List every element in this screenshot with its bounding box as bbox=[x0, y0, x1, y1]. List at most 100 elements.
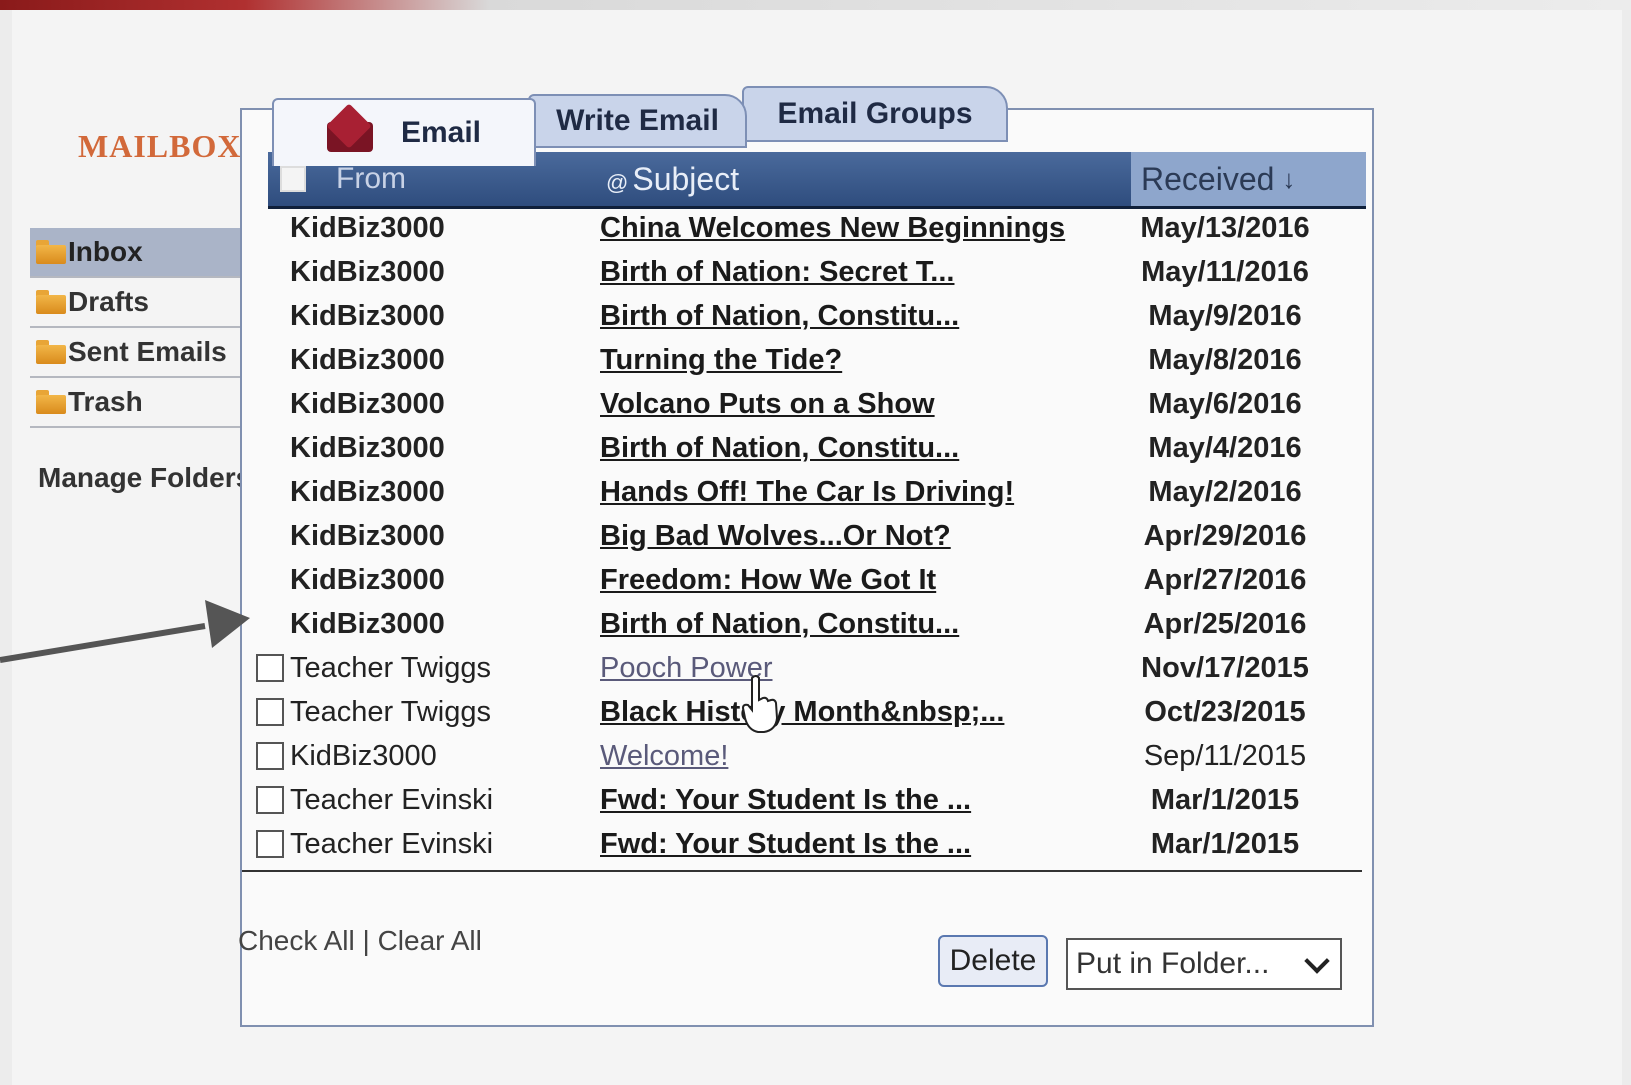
select-value: Put in Folder... bbox=[1076, 947, 1270, 980]
column-header-received-label: Received bbox=[1141, 160, 1275, 197]
row-from: KidBiz3000 bbox=[290, 607, 445, 640]
separator: | bbox=[354, 925, 378, 956]
table-row[interactable]: KidBiz3000 Birth of Nation, Constitu... … bbox=[250, 602, 1370, 646]
row-received: Sep/11/2015 bbox=[1143, 739, 1307, 772]
sidebar-item-label: Drafts bbox=[68, 286, 149, 317]
chevron-down-icon bbox=[1304, 948, 1330, 974]
sidebar-item-drafts[interactable]: Drafts bbox=[30, 278, 270, 328]
row-subject-link[interactable]: Pooch Power bbox=[600, 652, 1120, 685]
row-subject-link[interactable]: Hands Off! The Car Is Driving! bbox=[600, 476, 1120, 509]
sidebar-item-inbox[interactable]: Inbox bbox=[30, 228, 270, 278]
sidebar-item-label: Sent Emails bbox=[68, 336, 227, 367]
table-row[interactable]: KidBiz3000 China Welcomes New Beginnings… bbox=[250, 206, 1370, 250]
envelope-icon bbox=[326, 114, 373, 152]
column-header-received[interactable]: Received ↓ bbox=[1131, 152, 1366, 206]
table-row[interactable]: KidBiz3000 Volcano Puts on a Show May/6/… bbox=[250, 382, 1370, 426]
row-subject-link[interactable]: Birth of Nation, Constitu... bbox=[600, 300, 1120, 333]
folder-open-icon bbox=[36, 240, 66, 264]
column-header-subject[interactable]: @ Subject bbox=[606, 161, 1126, 198]
row-from: KidBiz3000 bbox=[290, 431, 445, 464]
row-from: KidBiz3000 bbox=[290, 563, 445, 596]
row-subject-link[interactable]: Birth of Nation: Secret T... bbox=[600, 256, 1120, 289]
tab-write-email[interactable]: Write Email bbox=[528, 94, 747, 148]
row-from: Teacher Evinski bbox=[290, 827, 494, 860]
sidebar-item-sent[interactable]: Sent Emails bbox=[30, 328, 270, 378]
folder-icon bbox=[36, 290, 66, 314]
tab-label: Email bbox=[400, 116, 482, 149]
table-row[interactable]: KidBiz3000 Hands Off! The Car Is Driving… bbox=[250, 470, 1370, 514]
row-from: KidBiz3000 bbox=[290, 739, 437, 772]
table-row[interactable]: KidBiz3000 Birth of Nation: Secret T... … bbox=[250, 250, 1370, 294]
table-row[interactable]: Teacher Twiggs Black History Month&nbsp;… bbox=[250, 690, 1370, 734]
row-received: Mar/1/2015 bbox=[1150, 827, 1300, 860]
row-checkbox[interactable] bbox=[256, 654, 284, 682]
row-checkbox[interactable] bbox=[256, 786, 284, 814]
row-from: Teacher Twiggs bbox=[290, 695, 491, 728]
table-row[interactable]: KidBiz3000 Welcome! Sep/11/2015 bbox=[250, 734, 1370, 778]
row-received: Apr/29/2016 bbox=[1143, 519, 1307, 552]
row-subject-link[interactable]: China Welcomes New Beginnings bbox=[600, 212, 1120, 245]
row-subject-link[interactable]: Freedom: How We Got It bbox=[600, 564, 1120, 597]
folder-icon bbox=[36, 390, 66, 414]
row-subject-link[interactable]: Birth of Nation, Constitu... bbox=[600, 608, 1120, 641]
footer-links: Check All | Clear All bbox=[238, 925, 482, 957]
folder-icon bbox=[36, 340, 66, 364]
row-from: KidBiz3000 bbox=[290, 475, 445, 508]
select-all-checkbox[interactable] bbox=[280, 166, 306, 192]
tab-email-groups[interactable]: Email Groups bbox=[742, 86, 1008, 142]
row-subject-link[interactable]: Volcano Puts on a Show bbox=[600, 388, 1120, 421]
clear-all-link[interactable]: Clear All bbox=[378, 925, 482, 956]
table-row[interactable]: KidBiz3000 Turning the Tide? May/8/2016 bbox=[250, 338, 1370, 382]
tab-email[interactable]: Email bbox=[272, 98, 536, 166]
row-from: KidBiz3000 bbox=[290, 343, 445, 376]
row-checkbox[interactable] bbox=[256, 830, 284, 858]
row-received: May/6/2016 bbox=[1148, 387, 1302, 420]
row-received: Apr/25/2016 bbox=[1143, 607, 1307, 640]
row-from: KidBiz3000 bbox=[290, 255, 445, 288]
row-received: Nov/17/2015 bbox=[1141, 651, 1309, 684]
row-received: May/8/2016 bbox=[1148, 343, 1302, 376]
column-header-from[interactable]: From bbox=[336, 162, 606, 196]
table-row[interactable]: Teacher Twiggs Pooch Power Nov/17/2015 bbox=[250, 646, 1370, 690]
table-row[interactable]: Teacher Evinski Fwd: Your Student Is the… bbox=[250, 778, 1370, 822]
table-row[interactable]: KidBiz3000 Freedom: How We Got It Apr/27… bbox=[250, 558, 1370, 602]
tab-label: Write Email bbox=[556, 104, 719, 137]
row-subject-link[interactable]: Black History Month&nbsp;... bbox=[600, 696, 1120, 729]
row-checkbox[interactable] bbox=[256, 698, 284, 726]
row-from: KidBiz3000 bbox=[290, 387, 445, 420]
delete-button[interactable]: Delete bbox=[938, 935, 1048, 987]
sidebar-item-label: Inbox bbox=[68, 236, 143, 267]
list-divider bbox=[242, 870, 1362, 872]
row-received: May/13/2016 bbox=[1140, 211, 1310, 244]
sidebar-item-trash[interactable]: Trash bbox=[30, 378, 270, 428]
row-subject-link[interactable]: Big Bad Wolves...Or Not? bbox=[600, 520, 1120, 553]
app-title: MAILBOX bbox=[78, 128, 242, 164]
row-from: KidBiz3000 bbox=[290, 519, 445, 552]
table-row[interactable]: KidBiz3000 Birth of Nation, Constitu... … bbox=[250, 426, 1370, 470]
table-row[interactable]: KidBiz3000 Birth of Nation, Constitu... … bbox=[250, 294, 1370, 338]
table-row[interactable]: Teacher Evinski Fwd: Your Student Is the… bbox=[250, 822, 1370, 866]
row-subject-link[interactable]: Fwd: Your Student Is the ... bbox=[600, 784, 1120, 817]
row-from: KidBiz3000 bbox=[290, 211, 445, 244]
row-subject-link[interactable]: Fwd: Your Student Is the ... bbox=[600, 828, 1120, 861]
column-header-subject-label: Subject bbox=[632, 160, 740, 197]
sidebar: Inbox Drafts Sent Emails Trash bbox=[30, 228, 270, 428]
row-subject-link[interactable]: Birth of Nation, Constitu... bbox=[600, 432, 1120, 465]
sidebar-item-label: Trash bbox=[68, 386, 143, 417]
tab-label: Email Groups bbox=[777, 97, 973, 130]
put-in-folder-select[interactable]: Put in Folder... bbox=[1066, 938, 1342, 990]
row-received: May/9/2016 bbox=[1148, 299, 1302, 332]
sort-descending-icon: ↓ bbox=[1282, 163, 1296, 194]
manage-folders-link[interactable]: Manage Folders bbox=[38, 462, 251, 494]
row-received: May/2/2016 bbox=[1148, 475, 1302, 508]
message-list: KidBiz3000 China Welcomes New Beginnings… bbox=[250, 206, 1370, 866]
row-received: Apr/27/2016 bbox=[1143, 563, 1307, 596]
attachment-icon: @ bbox=[606, 169, 629, 195]
table-row[interactable]: KidBiz3000 Big Bad Wolves...Or Not? Apr/… bbox=[250, 514, 1370, 558]
check-all-link[interactable]: Check All bbox=[238, 925, 355, 956]
arrow-annotation-icon bbox=[0, 600, 250, 663]
row-subject-link[interactable]: Turning the Tide? bbox=[600, 344, 1120, 377]
row-subject-link[interactable]: Welcome! bbox=[600, 740, 1120, 773]
row-checkbox[interactable] bbox=[256, 742, 284, 770]
row-received: Mar/1/2015 bbox=[1150, 783, 1300, 816]
